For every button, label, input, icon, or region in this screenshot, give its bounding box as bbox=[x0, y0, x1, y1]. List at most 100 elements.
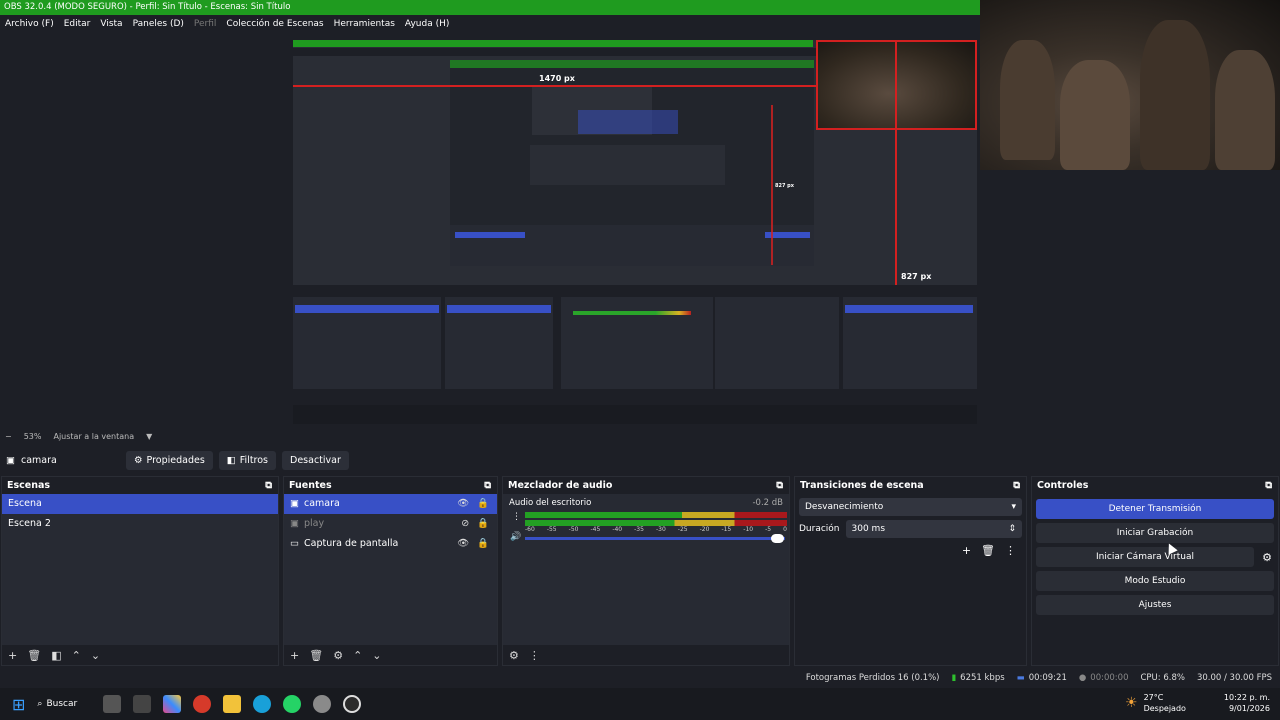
lock-icon[interactable]: 🔒 bbox=[477, 534, 489, 554]
menu-view[interactable]: Vista bbox=[100, 19, 122, 29]
undock-icon[interactable]: ⧉ bbox=[1013, 477, 1020, 494]
taskbar: ⊞ ⌕ Buscar ☀ 27°C Despejado 10:22 p. m. … bbox=[0, 688, 1280, 720]
chevron-down-icon: ▾ bbox=[1011, 502, 1016, 512]
undock-icon[interactable]: ⧉ bbox=[776, 477, 783, 494]
mixer-scale: -60 -55 -50 -45 -40 -35 -30 -25 -20 -15 -10 -5 0 bbox=[525, 526, 787, 533]
weather-widget[interactable]: ☀ 27°C Despejado bbox=[1125, 692, 1186, 714]
stepper-arrows-icon[interactable]: ⇕ bbox=[1008, 520, 1016, 538]
filter-icon: ◧ bbox=[226, 454, 236, 466]
controls-dock: Controles ⧉ Detener Transmisión Iniciar G… bbox=[1031, 476, 1279, 666]
kebab-menu-icon[interactable]: ⋮ bbox=[512, 512, 521, 522]
nested-titlebar bbox=[293, 40, 813, 47]
fps: 30.00 / 30.00 FPS bbox=[1196, 673, 1272, 683]
task-view-icon[interactable] bbox=[103, 695, 122, 713]
webcam-feed bbox=[980, 0, 1280, 170]
window-title: OBS 32.0.4 (MODO SEGURO) - Perfil: Sin T… bbox=[0, 0, 980, 15]
menu-tools[interactable]: Herramientas bbox=[334, 19, 395, 29]
signal-icon: ▮ bbox=[951, 673, 957, 683]
speaker-icon[interactable]: 🔊 bbox=[510, 532, 521, 542]
menu-bar: Archivo (F) Editar Vista Paneles (D) Per… bbox=[0, 15, 980, 33]
source-item[interactable]: ▣ play ⊘ 🔒 bbox=[284, 514, 497, 534]
eye-icon[interactable]: 👁 bbox=[457, 494, 469, 514]
gear-icon[interactable]: ⚙ bbox=[1256, 551, 1278, 564]
stop-stream-button[interactable]: Detener Transmisión bbox=[1036, 499, 1274, 519]
menu-help[interactable]: Ayuda (H) bbox=[405, 19, 449, 29]
menu-file[interactable]: Archivo (F) bbox=[5, 19, 54, 29]
store-icon[interactable] bbox=[133, 695, 152, 713]
transitions-dock: Transiciones de escena ⧉ Desvanecimiento ▾… bbox=[794, 476, 1027, 666]
chevron-down-icon[interactable]: ⌄ bbox=[91, 649, 100, 662]
settings-app-icon[interactable] bbox=[313, 695, 332, 713]
kebab-menu-icon[interactable]: ⋮ bbox=[529, 649, 540, 662]
zoom-percent: 53% bbox=[23, 431, 42, 441]
nested-canvas bbox=[450, 60, 814, 266]
mixer-meter-left bbox=[525, 512, 787, 518]
trash-icon[interactable]: 🗑 bbox=[27, 649, 41, 662]
menu-profile[interactable]: Perfil bbox=[194, 19, 217, 29]
record-time: 00:00:00 bbox=[1090, 673, 1129, 683]
eye-hidden-icon[interactable]: ⊘ bbox=[461, 514, 469, 534]
lock-icon[interactable]: 🔒 bbox=[477, 514, 489, 534]
deactivate-button[interactable]: Desactivar bbox=[282, 450, 349, 470]
chrome-icon[interactable] bbox=[193, 695, 212, 713]
edge-icon[interactable] bbox=[253, 695, 272, 713]
zoom-fit-label[interactable]: Ajustar a la ventana bbox=[53, 432, 134, 441]
scene-item[interactable]: Escena 2 bbox=[2, 514, 278, 534]
add-icon[interactable]: + bbox=[962, 544, 971, 557]
trash-icon[interactable]: 🗑 bbox=[309, 649, 323, 662]
volume-slider-handle[interactable] bbox=[771, 534, 784, 543]
studio-mode-button[interactable]: Modo Estudio bbox=[1036, 571, 1274, 591]
windows-start-icon[interactable]: ⊞ bbox=[12, 695, 25, 714]
add-icon[interactable]: + bbox=[8, 649, 17, 662]
source-item[interactable]: ▭ Captura de pantalla 👁 🔒 bbox=[284, 534, 497, 554]
source-toolbar: ▣ camara ⚙ Propiedades ◧ Filtros Desactiva… bbox=[0, 448, 1280, 472]
chevron-up-icon[interactable]: ⌃ bbox=[353, 649, 362, 662]
undock-icon[interactable]: ⧉ bbox=[265, 477, 272, 494]
duration-stepper[interactable]: 300 ms ⇕ bbox=[845, 520, 1022, 538]
menu-scene-collection[interactable]: Colección de Escenas bbox=[226, 19, 323, 29]
start-virtual-camera-button[interactable]: Iniciar Cámara Virtual bbox=[1036, 547, 1254, 567]
weather-sun-icon: ☀ bbox=[1125, 694, 1138, 711]
search-icon: ⌕ bbox=[37, 699, 43, 709]
scene-item[interactable]: Escena bbox=[2, 494, 278, 514]
menu-edit[interactable]: Editar bbox=[64, 19, 91, 29]
obs-icon[interactable] bbox=[343, 695, 362, 713]
camera-icon: ▣ bbox=[290, 498, 299, 509]
eye-icon[interactable]: 👁 bbox=[457, 534, 469, 554]
mixer-channel-level: -0.2 dB bbox=[752, 498, 783, 508]
add-icon[interactable]: + bbox=[290, 649, 299, 662]
chevron-down-icon[interactable]: ⌄ bbox=[372, 649, 381, 662]
lock-icon[interactable]: 🔒 bbox=[477, 494, 489, 514]
dropped-frames: Fotogramas Perdidos 16 (0.1%) bbox=[805, 673, 940, 683]
start-recording-button[interactable]: Iniciar Grabación bbox=[1036, 523, 1274, 543]
volume-slider[interactable] bbox=[525, 537, 785, 540]
filters-button[interactable]: ◧ Filtros bbox=[218, 450, 277, 470]
filter-icon[interactable]: ◧ bbox=[51, 649, 61, 662]
whatsapp-icon[interactable] bbox=[283, 695, 302, 713]
search-button[interactable]: ⌕ Buscar bbox=[37, 699, 77, 709]
temperature: 27°C bbox=[1143, 693, 1164, 702]
chevron-down-icon[interactable]: ▼ bbox=[146, 432, 152, 441]
zoom-out-icon[interactable]: − bbox=[5, 432, 12, 441]
transition-select[interactable]: Desvanecimiento ▾ bbox=[799, 498, 1022, 516]
clock[interactable]: 10:22 p. m. 9/01/2026 bbox=[1224, 692, 1270, 714]
settings-button[interactable]: Ajustes bbox=[1036, 595, 1274, 615]
selected-source-name: camara bbox=[20, 454, 57, 466]
camera-icon: ▣ bbox=[290, 518, 299, 529]
stream-time: 00:09:21 bbox=[1028, 673, 1067, 683]
menu-docks[interactable]: Paneles (D) bbox=[133, 19, 184, 29]
chevron-up-icon[interactable]: ⌃ bbox=[72, 649, 81, 662]
sources-dock: Fuentes ⧉ ▣ camara 👁 🔒 ▣ play ⊘ 🔒 ▭ Captura… bbox=[283, 476, 498, 666]
gear-icon[interactable]: ⚙ bbox=[509, 649, 519, 662]
source-item[interactable]: ▣ camara 👁 🔒 bbox=[284, 494, 497, 514]
file-explorer-icon[interactable] bbox=[223, 695, 242, 713]
gear-icon[interactable]: ⚙ bbox=[333, 649, 343, 662]
properties-button[interactable]: ⚙ Propiedades bbox=[125, 450, 213, 470]
undock-icon[interactable]: ⧉ bbox=[1265, 477, 1272, 494]
program-preview[interactable]: 1470 px 827 px 827 px bbox=[293, 40, 977, 424]
trash-icon[interactable]: 🗑 bbox=[981, 544, 995, 557]
copilot-icon[interactable] bbox=[163, 695, 182, 713]
audio-mixer-dock: Mezclador de audio ⧉ Audio del escritorio… bbox=[502, 476, 790, 666]
kebab-menu-icon[interactable]: ⋮ bbox=[1005, 544, 1016, 557]
undock-icon[interactable]: ⧉ bbox=[484, 477, 491, 494]
